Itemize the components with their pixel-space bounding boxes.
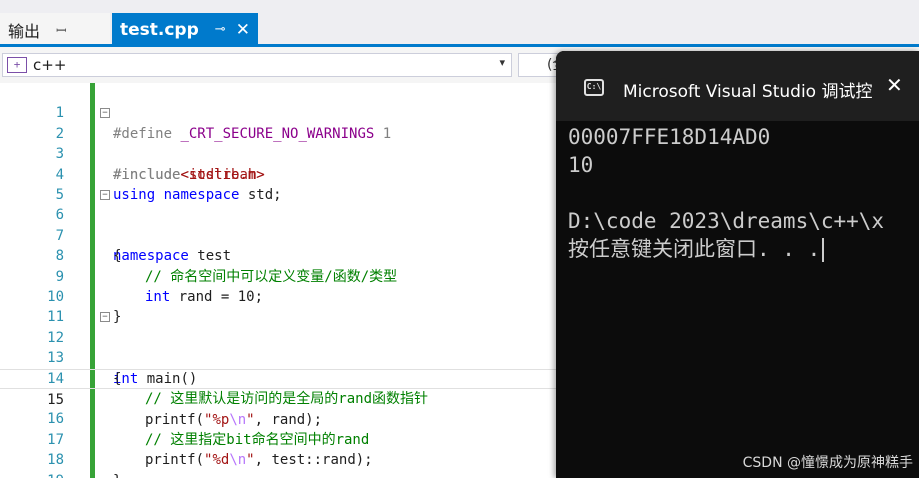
fold-toggle-icon[interactable]: −: [100, 312, 110, 323]
scope-dropdown[interactable]: + c++ ▾: [2, 53, 512, 77]
chevron-down-icon[interactable]: ▾: [499, 56, 505, 69]
debug-console-window[interactable]: C:\ Microsoft Visual Studio 调试控 ✕ 00007F…: [556, 51, 919, 478]
close-icon[interactable]: ✕: [886, 73, 903, 97]
code-text: }: [113, 471, 121, 478]
tab-output[interactable]: 输出 ꟷ: [0, 13, 110, 46]
console-prompt-text: 按任意键关闭此窗口. . .: [568, 237, 821, 261]
console-titlebar[interactable]: C:\ Microsoft Visual Studio 调试控 ✕: [556, 51, 919, 121]
class-scope-icon: +: [7, 57, 27, 73]
scope-dropdown-value: c++: [33, 56, 67, 74]
fold-toggle-icon[interactable]: −: [100, 190, 110, 200]
console-title: Microsoft Visual Studio 调试控: [623, 82, 873, 102]
watermark: CSDN @憧憬成为原神糕手: [742, 455, 913, 471]
text-cursor: [822, 238, 825, 262]
tab-output-label: 输出: [8, 21, 41, 41]
close-icon[interactable]: ✕: [236, 20, 250, 40]
console-line-prompt: 按任意键关闭此窗口. . .: [568, 235, 919, 263]
console-line: 10: [568, 153, 594, 177]
document-tab-strip: 输出 ꟷ test.cpp ⊸ ✕: [0, 0, 919, 47]
pin-icon[interactable]: ꟷ: [56, 21, 67, 39]
fold-toggle-icon[interactable]: −: [100, 108, 110, 119]
tab-test-cpp[interactable]: test.cpp ⊸ ✕: [112, 13, 258, 46]
pin-icon[interactable]: ⊸: [215, 22, 226, 37]
tab-test-cpp-label: test.cpp: [120, 19, 199, 40]
console-line: D:\code 2023\dreams\c++\x: [568, 209, 885, 233]
console-output: 00007FFE18D14AD0 10 D:\code 2023\dreams\c+…: [568, 123, 919, 263]
console-line: 00007FFE18D14AD0: [568, 125, 771, 149]
line-number: 19: [30, 471, 64, 478]
console-app-icon: C:\: [584, 79, 604, 96]
